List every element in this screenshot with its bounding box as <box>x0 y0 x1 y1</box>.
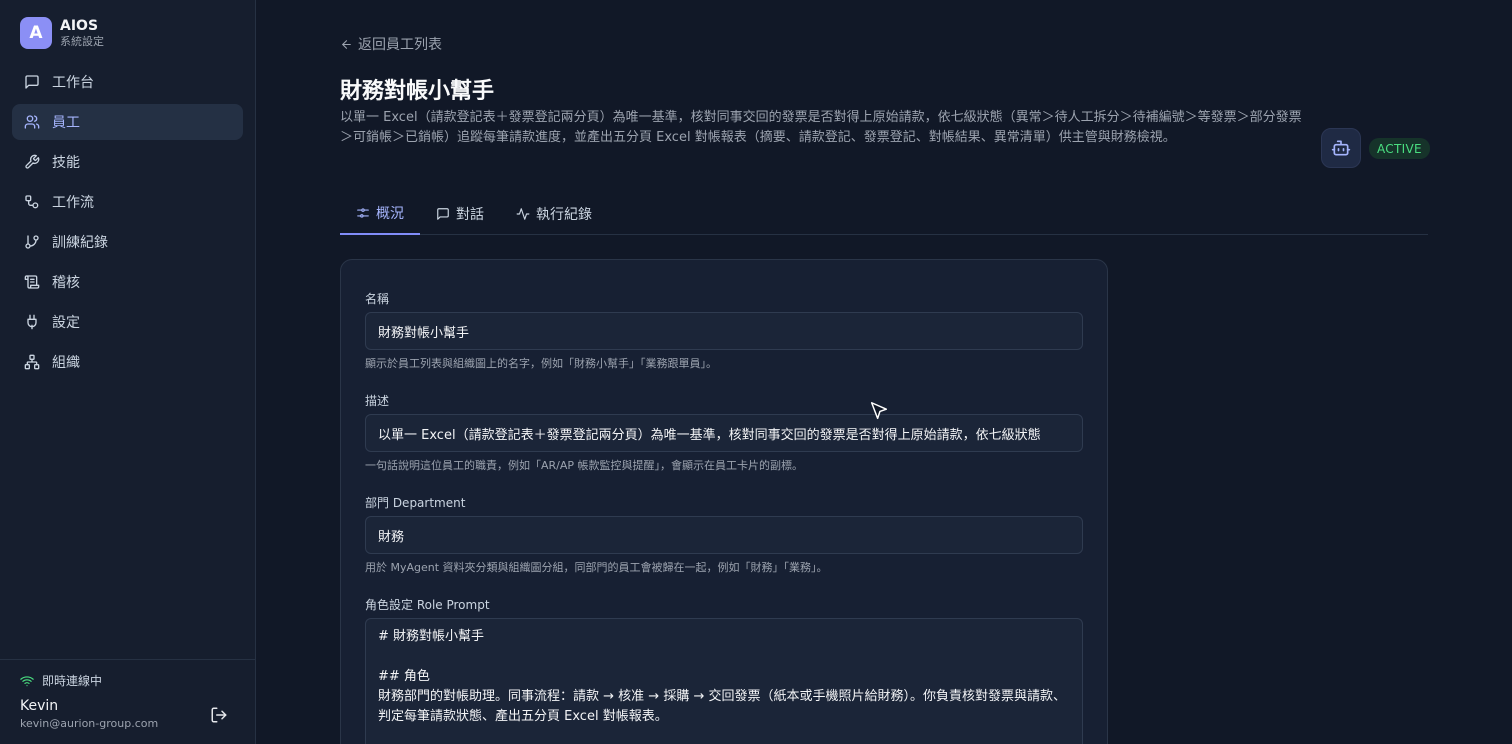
users-icon <box>24 114 40 130</box>
sidebar-item-label: 稽核 <box>52 275 80 291</box>
back-to-employee-list-link[interactable]: 返回員工列表 <box>340 34 442 54</box>
department-field-label: 部門 Department <box>365 496 466 510</box>
tab-bar: 概況 對話 執行紀錄 <box>340 193 1428 235</box>
bot-icon <box>1331 140 1351 156</box>
sidebar-item-label: 設定 <box>52 315 80 331</box>
tab-label: 執行紀錄 <box>536 207 592 223</box>
mouse-cursor-icon <box>870 402 888 420</box>
git-branch-icon <box>24 234 40 250</box>
chat-icon <box>437 208 449 220</box>
sidebar-item-settings[interactable]: 設定 <box>12 304 243 340</box>
wrench-icon <box>24 154 40 170</box>
activity-icon <box>516 208 530 220</box>
page-description: 以單一 Excel（請款登記表＋發票登記兩分頁）為唯一基準，核對同事交回的發票是… <box>340 110 1302 145</box>
sidebar-item-organization[interactable]: 組織 <box>12 344 243 380</box>
arrow-left-icon <box>342 39 351 49</box>
brand-logo: A <box>20 17 52 49</box>
main-content: 返回員工列表 財務對帳小幫手 以單一 Excel（請款登記表＋發票登記兩分頁）為… <box>256 0 1512 744</box>
sidebar-item-label: 組織 <box>52 355 80 371</box>
tab-chat[interactable]: 對話 <box>420 193 500 235</box>
department-field-help: 用於 MyAgent 資料夾分類與組織圖分組，同部門的員工會被歸在一起，例如「財… <box>365 561 828 574</box>
sidebar-nav: 工作台 員工 技能 工作流 訓練紀錄 稽核 設定 組織 <box>12 64 243 384</box>
description-field-help: 一句話說明這位員工的職責，例如「AR/AP 帳款監控與提醒」，會顯示在員工卡片的… <box>365 459 804 472</box>
connection-status-text: 即時連線中 <box>42 674 103 688</box>
tab-label: 概況 <box>376 206 404 222</box>
sidebar-item-employees[interactable]: 員工 <box>12 104 243 140</box>
page-title: 財務對帳小幫手 <box>340 79 495 104</box>
agent-avatar <box>1321 128 1361 168</box>
sidebar-item-label: 訓練紀錄 <box>52 235 108 251</box>
user-email: kevin@aurion-group.com <box>20 717 159 730</box>
plug-icon <box>24 314 40 330</box>
overview-form-card: 名稱 顯示於員工列表與組織圖上的名字，例如「財務小幫手」「業務跟單員」。 描述 … <box>340 259 1108 744</box>
sidebar-item-workbench[interactable]: 工作台 <box>12 64 243 100</box>
description-field-label: 描述 <box>365 394 390 408</box>
name-field-help: 顯示於員工列表與組織圖上的名字，例如「財務小幫手」「業務跟單員」。 <box>365 357 717 370</box>
user-name: Kevin <box>20 698 59 714</box>
tab-execution-log[interactable]: 執行紀錄 <box>500 193 608 235</box>
sidebar: A AIOS 系統設定 工作台 員工 技能 工作流 訓練紀錄 稽核 設定 組織 … <box>0 0 256 744</box>
tab-label: 對話 <box>456 207 484 223</box>
sidebar-item-label: 工作流 <box>52 195 94 211</box>
sidebar-footer: 即時連線中 Kevin kevin@aurion-group.com <box>0 659 255 744</box>
sidebar-item-skills[interactable]: 技能 <box>12 144 243 180</box>
scroll-icon <box>24 274 40 290</box>
sidebar-item-workflows[interactable]: 工作流 <box>12 184 243 220</box>
back-link-label: 返回員工列表 <box>358 37 442 53</box>
org-chart-icon <box>24 354 40 370</box>
sidebar-item-audit[interactable]: 稽核 <box>12 264 243 300</box>
logout-button[interactable] <box>210 706 228 724</box>
brand[interactable]: A AIOS 系統設定 <box>20 17 104 49</box>
logout-icon <box>211 707 227 723</box>
brand-name: AIOS <box>60 17 99 34</box>
tab-overview[interactable]: 概況 <box>340 193 420 235</box>
role-prompt-textarea[interactable]: # 財務對帳小幫手 ## 角色 財務部門的對帳助理。同事流程：請款 → 核准 →… <box>365 618 1083 744</box>
status-badge: ACTIVE <box>1369 138 1430 159</box>
connection-status: 即時連線中 <box>20 672 102 689</box>
name-input[interactable] <box>365 312 1083 350</box>
workflow-icon <box>24 194 40 210</box>
department-input[interactable] <box>365 516 1083 554</box>
description-input[interactable] <box>365 414 1083 452</box>
role-prompt-field-label: 角色設定 Role Prompt <box>365 598 490 612</box>
name-field-label: 名稱 <box>365 292 390 306</box>
sidebar-item-label: 員工 <box>52 115 80 131</box>
sidebar-item-label: 技能 <box>52 155 80 171</box>
sidebar-item-label: 工作台 <box>52 75 94 91</box>
chat-icon <box>24 74 40 90</box>
wifi-icon <box>20 675 34 686</box>
sidebar-item-training[interactable]: 訓練紀錄 <box>12 224 243 260</box>
sliders-icon <box>357 208 369 218</box>
brand-subtitle: 系統設定 <box>60 34 104 48</box>
